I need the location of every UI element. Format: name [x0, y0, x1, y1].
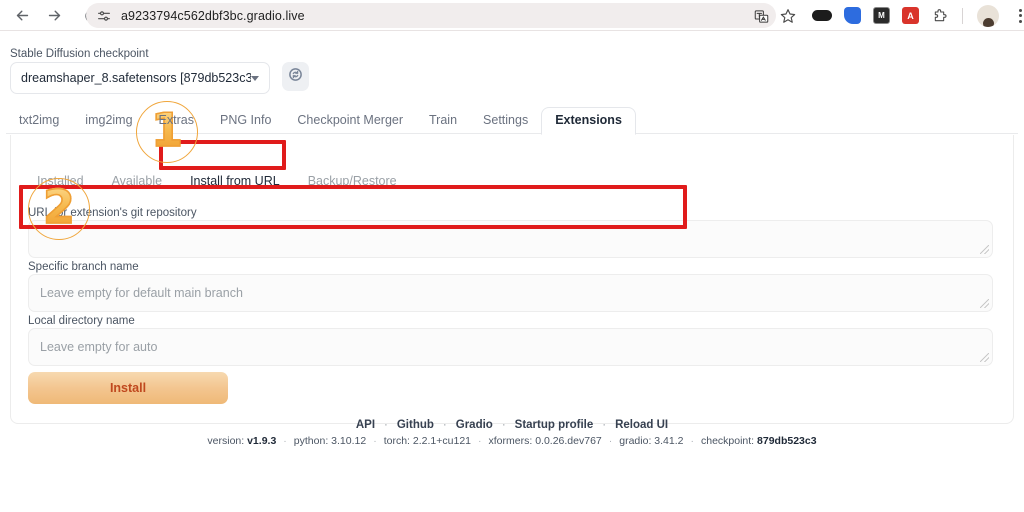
- version-entry: version: v1.9.3: [207, 435, 276, 447]
- main-tab-bar: txt2img img2img Extras PNG Info Checkpoi…: [6, 106, 1018, 135]
- version-key: checkpoint:: [700, 435, 755, 447]
- browser-extension-icons: M A: [812, 0, 1024, 31]
- resize-grip-icon[interactable]: [980, 299, 989, 308]
- browser-toolbar: a9233794c562dbf3bc.gradio.live M A: [0, 0, 1024, 31]
- kebab-menu-icon[interactable]: [1011, 5, 1024, 27]
- checkpoint-value: dreamshaper_8.safetensors [879db523c3]: [21, 71, 251, 85]
- extensions-sub-tab-bar: Installed Available Install from URL Bac…: [23, 170, 411, 192]
- footer-separator: ·: [608, 435, 613, 447]
- tab-img2img[interactable]: img2img: [72, 108, 145, 134]
- checkpoint-dropdown[interactable]: dreamshaper_8.safetensors [879db523c3]: [10, 62, 270, 94]
- version-value: v1.9.3: [247, 435, 277, 447]
- footer-separator: ·: [384, 419, 388, 431]
- version-entry: torch: 2.2.1+cu121: [384, 435, 471, 447]
- version-key: gradio:: [619, 435, 652, 447]
- tab-extras[interactable]: Extras: [146, 108, 207, 134]
- version-value: 879db523c3: [757, 435, 817, 447]
- profile-avatar[interactable]: [977, 4, 999, 27]
- footer-link-gradio[interactable]: Gradio: [456, 419, 493, 431]
- sub-tab-available[interactable]: Available: [98, 170, 177, 192]
- git-repository-url-label: URL for extension's git repository: [28, 207, 197, 219]
- sub-tab-installed[interactable]: Installed: [23, 170, 98, 192]
- resize-grip-icon[interactable]: [980, 353, 989, 362]
- tab-txt2img[interactable]: txt2img: [6, 108, 72, 134]
- adobe-acrobat-extension-icon[interactable]: A: [902, 7, 919, 24]
- checkpoint-label: Stable Diffusion checkpoint: [10, 48, 149, 60]
- footer-separator: ·: [442, 419, 447, 431]
- sub-tab-install-from-url[interactable]: Install from URL: [176, 170, 294, 192]
- branch-name-label: Specific branch name: [28, 261, 139, 273]
- back-arrow-icon[interactable]: [8, 2, 36, 30]
- chevron-down-icon: [251, 75, 259, 81]
- footer-link-startup-profile[interactable]: Startup profile: [515, 419, 594, 431]
- footer-separator: ·: [501, 419, 506, 431]
- git-repository-url-input[interactable]: [28, 220, 993, 258]
- sub-tab-backup-restore[interactable]: Backup/Restore: [294, 170, 411, 192]
- version-value: 3.10.12: [331, 435, 367, 447]
- branch-name-placeholder: Leave empty for default main branch: [40, 286, 243, 300]
- version-key: python:: [293, 435, 329, 447]
- forward-arrow-icon[interactable]: [40, 2, 68, 30]
- version-key: version:: [207, 435, 245, 447]
- tab-checkpoint-merger[interactable]: Checkpoint Merger: [284, 108, 416, 134]
- version-key: xformers:: [488, 435, 533, 447]
- refresh-icon: [288, 67, 303, 87]
- version-entry: checkpoint: 879db523c3: [701, 435, 817, 447]
- version-value: 2.2.1+cu121: [412, 435, 471, 447]
- footer-link-reload-ui[interactable]: Reload UI: [615, 419, 668, 431]
- footer-separator: ·: [602, 419, 607, 431]
- resize-grip-icon[interactable]: [980, 245, 989, 254]
- translate-icon[interactable]: [750, 5, 772, 27]
- version-key: torch:: [383, 435, 410, 447]
- tab-train[interactable]: Train: [416, 108, 470, 134]
- footer-separator: ·: [690, 435, 694, 447]
- tab-extensions[interactable]: Extensions: [541, 107, 636, 135]
- tab-settings[interactable]: Settings: [470, 108, 541, 134]
- webui-page: Stable Diffusion checkpoint dreamshaper_…: [0, 31, 1024, 512]
- footer-separator: ·: [373, 435, 377, 447]
- blue-pin-extension-icon[interactable]: [844, 7, 861, 24]
- tab-png-info[interactable]: PNG Info: [207, 108, 284, 134]
- branch-name-input[interactable]: Leave empty for default main branch: [28, 274, 993, 312]
- dark-pill-extension-icon[interactable]: [812, 10, 832, 21]
- local-directory-label: Local directory name: [28, 315, 135, 327]
- footer-separator: ·: [478, 435, 482, 447]
- extensions-panel: Installed Available Install from URL Bac…: [10, 135, 1014, 424]
- version-entry: python: 3.10.12: [294, 435, 366, 447]
- local-directory-placeholder: Leave empty for auto: [40, 340, 158, 354]
- footer-links: API · Github · Gradio · Startup profile …: [0, 419, 1024, 431]
- star-icon[interactable]: [776, 4, 800, 28]
- footer-link-api[interactable]: API: [356, 419, 375, 431]
- refresh-checkpoints-button[interactable]: [282, 62, 309, 91]
- footer-version-info: version: v1.9.3 · python: 3.10.12 · torc…: [0, 435, 1024, 447]
- version-entry: xformers: 0.0.26.dev767: [489, 435, 602, 447]
- install-button[interactable]: Install: [28, 372, 228, 404]
- version-value: 0.0.26.dev767: [535, 435, 602, 447]
- toolbar-divider: [962, 7, 963, 24]
- mono-square-extension-icon[interactable]: M: [873, 7, 890, 24]
- version-value: 3.41.2: [654, 435, 684, 447]
- address-bar[interactable]: a9233794c562dbf3bc.gradio.live: [86, 3, 776, 28]
- puzzle-extensions-icon[interactable]: [931, 7, 948, 24]
- footer-separator: ·: [283, 435, 287, 447]
- footer-link-github[interactable]: Github: [397, 419, 434, 431]
- local-directory-input[interactable]: Leave empty for auto: [28, 328, 993, 366]
- site-settings-icon[interactable]: [96, 8, 112, 24]
- address-bar-url: a9233794c562dbf3bc.gradio.live: [121, 8, 305, 23]
- version-entry: gradio: 3.41.2: [619, 435, 683, 447]
